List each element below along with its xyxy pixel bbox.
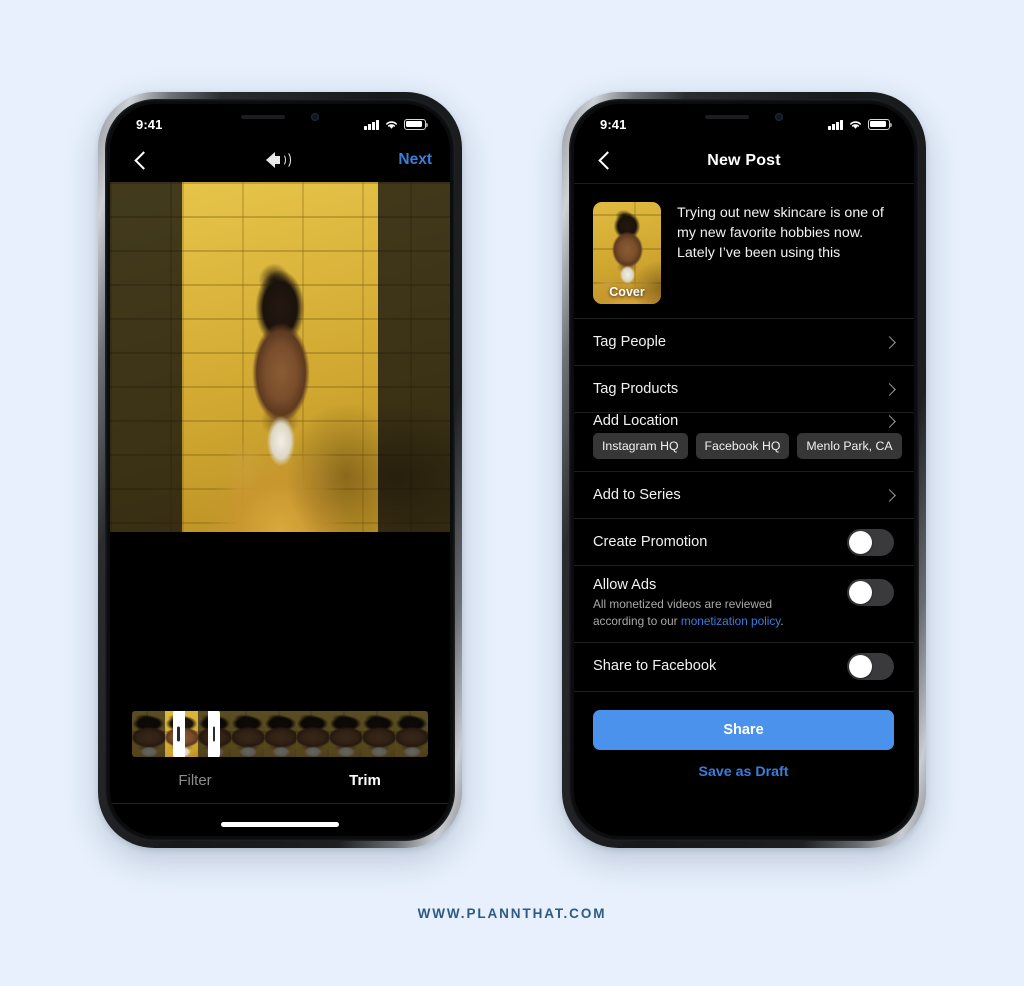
allow-ads-description: All monetized videos are reviewed accord…	[593, 596, 847, 630]
scrubber-frame[interactable]	[263, 711, 297, 757]
trim-scrubber[interactable]	[132, 711, 428, 757]
editor-tab-bar: Filter Trim	[110, 772, 450, 804]
back-button[interactable]	[592, 146, 622, 176]
video-preview-stage[interactable]	[110, 182, 450, 532]
cellular-bars-icon	[364, 119, 379, 130]
create-promotion-toggle[interactable]	[847, 528, 894, 556]
video-preview-frame	[182, 182, 378, 532]
site-footer-url: WWW.PLANNTHAT.COM	[417, 906, 607, 921]
wifi-icon	[386, 120, 397, 129]
video-preview-image	[182, 182, 378, 532]
page-title: New Post	[707, 151, 781, 169]
save-as-draft-button[interactable]: Save as Draft	[593, 750, 894, 780]
phone-notch	[670, 104, 818, 129]
home-indicator[interactable]	[221, 822, 339, 827]
monetization-policy-link[interactable]: monetization policy	[681, 614, 780, 628]
phone-device-left: 9:41 Next Filter Trim	[98, 92, 462, 848]
allow-ads-toggle[interactable]	[847, 579, 894, 606]
allow-ads-line2-suffix: .	[780, 614, 784, 629]
row-label: Add Location	[593, 413, 679, 429]
toggle-knob	[849, 654, 872, 678]
row-label: Tag People	[593, 334, 667, 350]
row-label: Create Promotion	[593, 534, 708, 550]
row-tag-people[interactable]: Tag People	[574, 318, 914, 365]
tab-filter[interactable]: Filter	[110, 772, 280, 789]
back-button[interactable]	[128, 145, 158, 175]
scrubber-frame[interactable]	[395, 711, 428, 757]
editor-nav-bar: Next	[110, 138, 450, 182]
front-camera-icon	[775, 112, 783, 121]
toggle-knob	[849, 530, 872, 554]
row-label: Add to Series	[593, 487, 681, 503]
cellular-bars-icon	[828, 119, 843, 130]
battery-icon	[404, 119, 429, 130]
location-chip[interactable]: Facebook HQ	[695, 433, 790, 459]
status-indicators	[364, 119, 429, 130]
scrubber-frame[interactable]	[362, 711, 396, 757]
next-button[interactable]: Next	[398, 151, 432, 169]
row-add-location[interactable]: Add Location Instagram HQ Facebook HQ Me…	[574, 412, 914, 471]
phone-notch	[206, 104, 354, 129]
phone-bezel: 9:41 New Post Cover Trying out new skinc…	[569, 99, 919, 841]
caption-input[interactable]: Trying out new skincare is one of my new…	[677, 202, 894, 304]
phone-screen-right: 9:41 New Post Cover Trying out new skinc…	[574, 104, 914, 836]
battery-icon	[868, 119, 893, 130]
toggle-knob	[849, 581, 872, 604]
row-create-promotion[interactable]: Create Promotion	[574, 518, 914, 565]
scrubber-frame[interactable]	[197, 711, 231, 757]
share-to-facebook-toggle[interactable]	[847, 652, 894, 680]
allow-ads-text-column: Allow Ads All monetized videos are revie…	[593, 577, 847, 630]
scrubber-frame[interactable]	[329, 711, 363, 757]
tab-trim[interactable]: Trim	[280, 772, 450, 789]
caption-composer-row[interactable]: Cover Trying out new skincare is one of …	[574, 184, 914, 318]
phone-screen-left: 9:41 Next Filter Trim	[110, 104, 450, 836]
row-label: Share to Facebook	[593, 658, 717, 675]
cover-thumbnail[interactable]: Cover	[593, 202, 661, 304]
status-indicators	[828, 119, 893, 130]
chevron-right-icon	[883, 335, 896, 349]
allow-ads-line1: All monetized videos are reviewed	[593, 597, 773, 611]
row-tag-products[interactable]: Tag Products	[574, 365, 914, 412]
row-add-to-series[interactable]: Add to Series	[574, 471, 914, 518]
new-post-actions: Share Save as Draft	[574, 691, 914, 780]
location-chip[interactable]: Instagram HQ	[593, 433, 688, 459]
scrubber-frame[interactable]	[296, 711, 330, 757]
chevron-right-icon	[883, 382, 896, 396]
cover-label: Cover	[609, 285, 645, 299]
phone-bezel: 9:41 Next Filter Trim	[105, 99, 455, 841]
chevron-left-icon	[133, 150, 153, 170]
chevron-left-icon	[597, 151, 617, 170]
location-chip[interactable]: Menlo Park, CA	[797, 433, 902, 459]
earpiece-speaker-icon	[241, 114, 285, 119]
audio-toggle-button[interactable]	[158, 151, 398, 169]
earpiece-speaker-icon	[705, 114, 749, 119]
scrubber-frame[interactable]	[164, 711, 198, 757]
scrubber-frame[interactable]	[132, 711, 165, 757]
share-button[interactable]: Share	[593, 710, 894, 751]
front-camera-icon	[311, 112, 319, 121]
allow-ads-line2-prefix: according to our	[593, 614, 681, 629]
speaker-volume-icon	[265, 151, 291, 169]
row-share-to-facebook[interactable]: Share to Facebook	[574, 642, 914, 689]
new-post-nav-bar: New Post	[574, 138, 914, 184]
row-label: Allow Ads	[593, 577, 657, 593]
row-allow-ads[interactable]: Allow Ads All monetized videos are revie…	[574, 565, 914, 642]
phone-device-right: 9:41 New Post Cover Trying out new skinc…	[562, 92, 926, 848]
status-time: 9:41	[600, 116, 627, 132]
chevron-right-icon	[883, 414, 896, 428]
row-label: Tag Products	[593, 381, 679, 397]
wifi-icon	[850, 120, 861, 129]
location-suggestion-chips: Instagram HQ Facebook HQ Menlo Park, CA	[593, 433, 902, 459]
page-title-wrap: New Post	[622, 152, 866, 170]
status-time: 9:41	[136, 116, 163, 132]
new-post-content: Cover Trying out new skincare is one of …	[574, 184, 914, 836]
chevron-right-icon	[883, 488, 896, 502]
scrubber-frame[interactable]	[230, 711, 264, 757]
